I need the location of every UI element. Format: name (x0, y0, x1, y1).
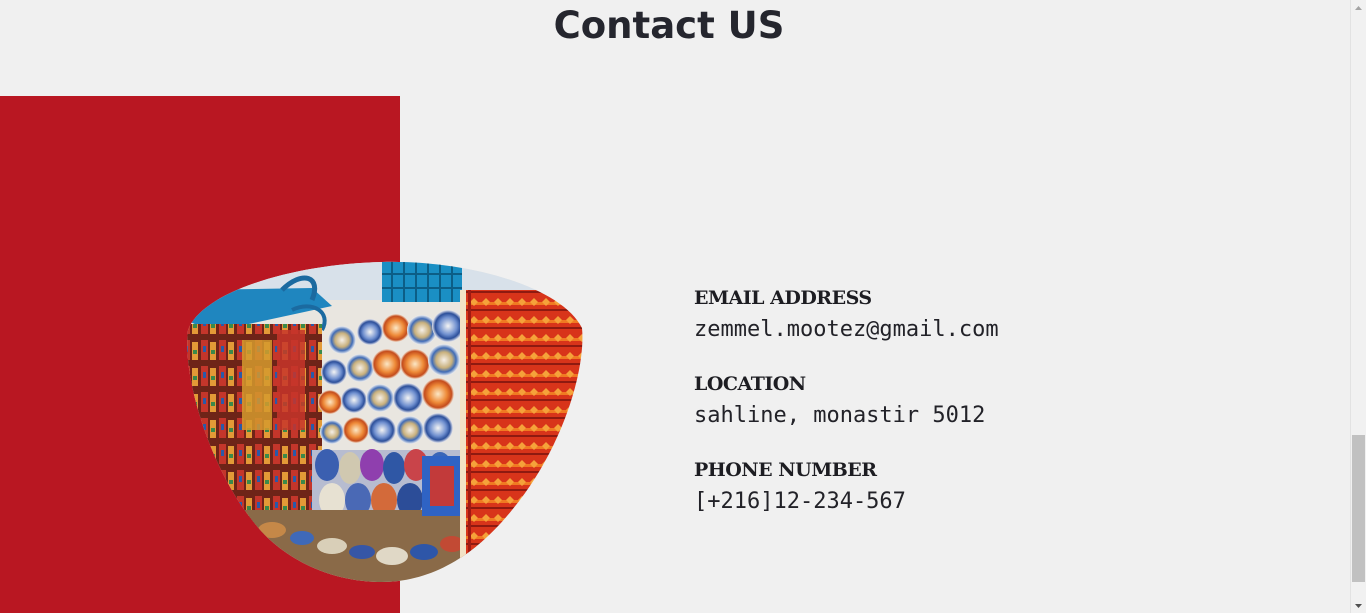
market-photo (182, 260, 586, 584)
scrollbar-thumb[interactable] (1352, 435, 1365, 582)
scroll-up-arrow-icon[interactable] (1351, 0, 1366, 15)
contact-info: EMAIL ADDRESS zemmel.mootez@gmail.com LO… (694, 285, 1194, 543)
location-value: sahline, monastir 5012 (694, 403, 986, 428)
email-value: zemmel.mootez@gmail.com (694, 317, 999, 342)
phone-block: PHONE NUMBER [+216]12-234-567 (694, 457, 1194, 525)
email-block: EMAIL ADDRESS zemmel.mootez@gmail.com (694, 285, 1194, 353)
page-title: Contact US (553, 4, 785, 47)
vertical-scrollbar[interactable] (1350, 0, 1366, 613)
location-block: LOCATION sahline, monastir 5012 (694, 371, 1194, 439)
contact-section: Contact US EMAIL ADDRESS zemmel.mootez@g… (0, 0, 1350, 613)
scroll-down-arrow-icon[interactable] (1351, 598, 1366, 613)
phone-value: [+216]12-234-567 (694, 489, 906, 514)
